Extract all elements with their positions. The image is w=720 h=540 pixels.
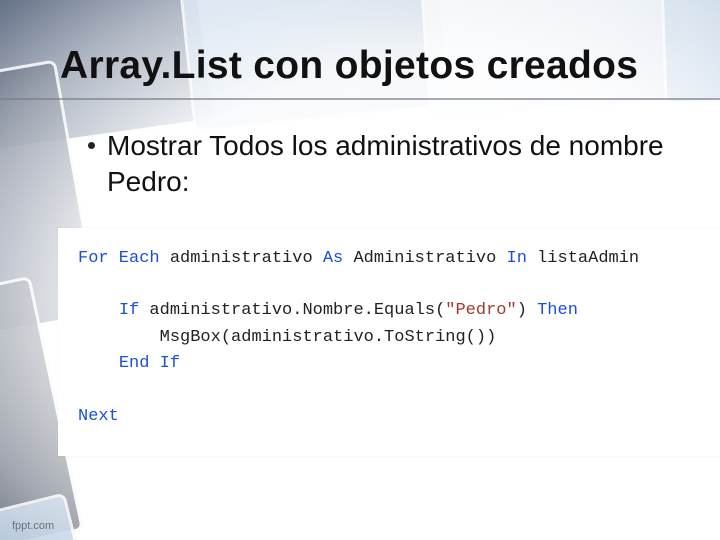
code-keyword: Next [78, 407, 119, 426]
code-identifier: administrativo.Nombre.Equals [139, 301, 435, 320]
code-identifier: listaAdmin [527, 249, 639, 268]
slide-body: Mostrar Todos los administrativos de nom… [0, 100, 720, 456]
code-identifier: MsgBox(administrativo.ToString()) [160, 328, 497, 347]
code-keyword: For Each [78, 249, 160, 268]
slide-title: Array.List con objetos creados [0, 44, 720, 98]
code-identifier: administrativo [160, 249, 323, 268]
footer-credit: fppt.com [12, 520, 54, 532]
code-keyword: End If [119, 354, 180, 373]
bullet-icon [88, 142, 95, 149]
bullet-item: Mostrar Todos los administrativos de nom… [88, 128, 664, 200]
code-keyword: If [119, 301, 139, 320]
code-string: "Pedro" [445, 301, 516, 320]
title-underline [0, 98, 720, 100]
slide: Array.List con objetos creados Mostrar T… [0, 0, 720, 540]
code-identifier: Administrativo [343, 249, 506, 268]
code-block: For Each administrativo As Administrativ… [58, 228, 720, 456]
code-keyword: As [323, 249, 343, 268]
code-punct: ) [517, 301, 537, 320]
code-punct: ( [435, 301, 445, 320]
bullet-text: Mostrar Todos los administrativos de nom… [107, 128, 664, 200]
code-keyword: Then [537, 301, 578, 320]
code-keyword: In [507, 249, 527, 268]
